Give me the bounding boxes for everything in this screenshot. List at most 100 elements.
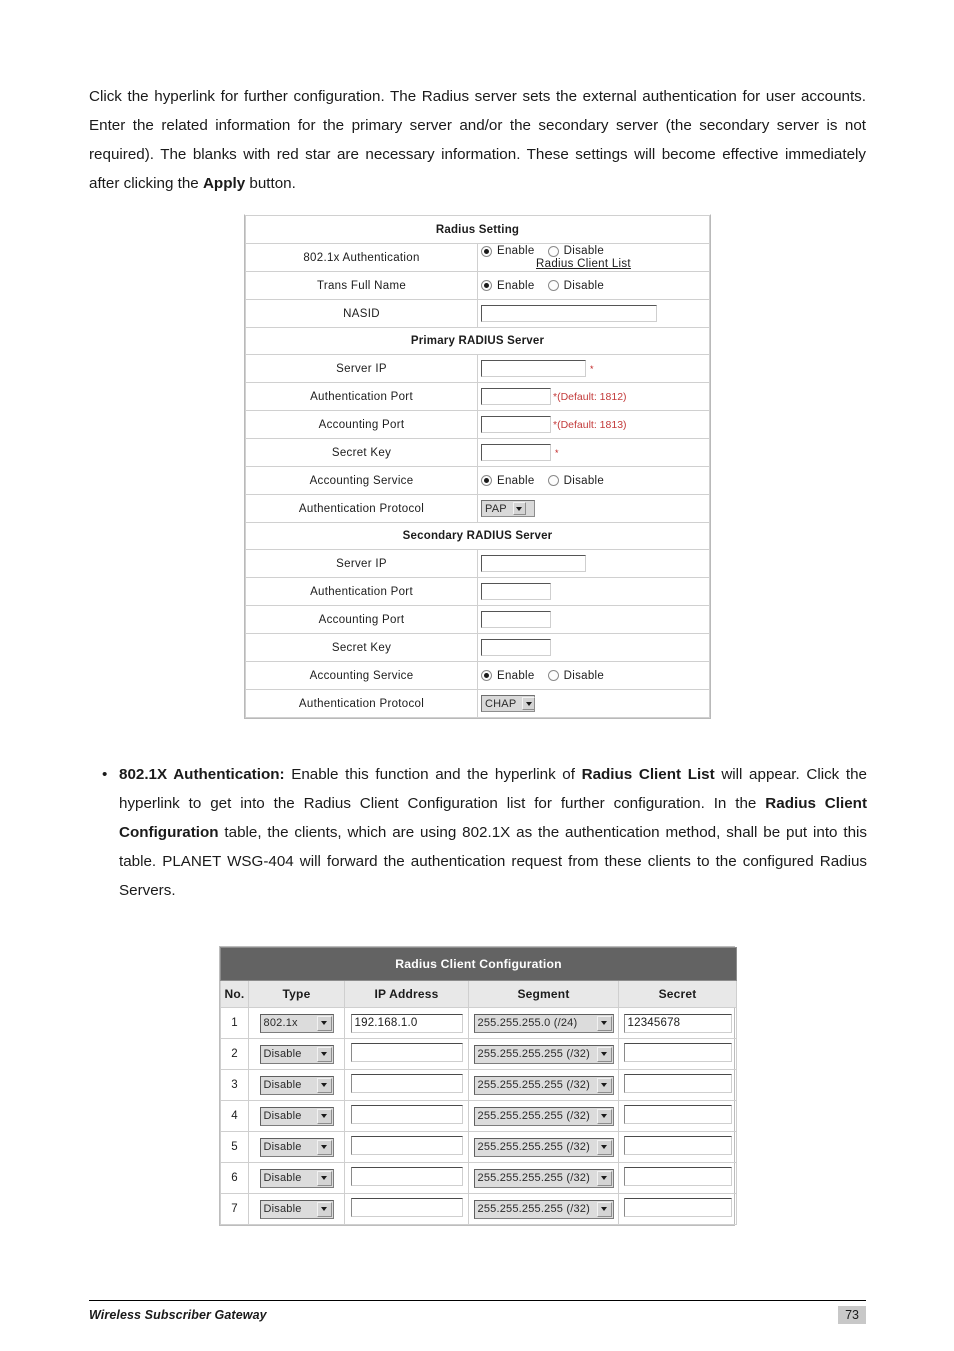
chevron-down-icon[interactable] bbox=[596, 1170, 612, 1186]
table-row: 4 Disable 255.255.255.255 (/32) bbox=[220, 1100, 738, 1132]
table-row: Authentication Port *(Default: 1812) bbox=[245, 382, 710, 411]
primary-auth-port-default-note: *(Default: 1812) bbox=[553, 390, 627, 403]
ip-address-input[interactable] bbox=[350, 1105, 463, 1124]
type-select[interactable]: Disable bbox=[259, 1199, 334, 1219]
type-select[interactable]: Disable bbox=[259, 1075, 334, 1095]
primary-acct-enable-label[interactable]: Enable bbox=[497, 475, 535, 487]
primary-server-ip-input[interactable] bbox=[481, 360, 586, 377]
radius-client-list-link[interactable]: Radius Client List bbox=[481, 258, 686, 270]
chevron-down-icon[interactable] bbox=[316, 1046, 332, 1062]
auth-bullet-block: • 802.1X Authentication: Enable this func… bbox=[99, 760, 867, 905]
primary-radius-heading: Primary RADIUS Server bbox=[245, 327, 710, 355]
nasid-input[interactable] bbox=[481, 305, 657, 322]
segment-select[interactable]: 255.255.255.255 (/32) bbox=[473, 1168, 614, 1188]
secret-input[interactable] bbox=[623, 1136, 732, 1155]
chevron-down-icon[interactable] bbox=[512, 502, 526, 515]
chevron-down-icon[interactable] bbox=[522, 697, 536, 710]
segment-select[interactable]: 255.255.255.0 (/24) bbox=[473, 1013, 614, 1033]
primary-server-ip-label: Server IP bbox=[245, 354, 478, 383]
segment-cell: 255.255.255.255 (/32) bbox=[468, 1162, 619, 1194]
ip-address-input[interactable]: 192.168.1.0 bbox=[350, 1013, 463, 1033]
chevron-down-icon[interactable] bbox=[316, 1108, 332, 1124]
table-row: 802.1x Authentication Enable Disable Rad… bbox=[245, 243, 710, 272]
dot1x-disable-label[interactable]: Disable bbox=[564, 245, 604, 257]
secondary-auth-protocol-select[interactable]: CHAP bbox=[481, 695, 536, 712]
trans-full-name-enable-label[interactable]: Enable bbox=[497, 280, 535, 292]
segment-select[interactable]: 255.255.255.255 (/32) bbox=[473, 1075, 614, 1095]
secret-input[interactable] bbox=[623, 1074, 732, 1093]
trans-full-name-enable-radio[interactable] bbox=[481, 280, 492, 291]
type-select[interactable]: Disable bbox=[259, 1137, 334, 1157]
chevron-down-icon[interactable] bbox=[596, 1077, 612, 1093]
secondary-secret-key-label: Secret Key bbox=[245, 633, 478, 662]
table-row: 3 Disable 255.255.255.255 (/32) bbox=[220, 1069, 738, 1101]
trans-full-name-radio-group[interactable]: Enable Disable bbox=[481, 280, 709, 292]
secret-input[interactable]: 12345678 bbox=[623, 1013, 732, 1033]
type-cell: 802.1x bbox=[248, 1007, 345, 1039]
secondary-secret-key-cell bbox=[477, 633, 710, 662]
secondary-acct-port-label: Accounting Port bbox=[245, 605, 478, 634]
trans-full-name-disable-label[interactable]: Disable bbox=[564, 280, 604, 292]
dot1x-enable-radio[interactable] bbox=[481, 245, 492, 257]
secondary-acct-disable-radio[interactable] bbox=[547, 670, 559, 681]
primary-auth-port-input[interactable] bbox=[481, 388, 551, 405]
primary-acct-disable-radio[interactable] bbox=[547, 475, 559, 486]
secondary-acct-service-radio-group[interactable]: Enable Disable bbox=[481, 670, 709, 682]
primary-acct-enable-radio[interactable] bbox=[481, 475, 492, 486]
table-row: Primary RADIUS Server bbox=[245, 327, 710, 355]
dot1x-disable-radio[interactable] bbox=[547, 245, 559, 257]
secondary-acct-disable-label[interactable]: Disable bbox=[564, 670, 604, 682]
ip-address-input[interactable] bbox=[350, 1198, 463, 1217]
secret-cell bbox=[617, 1131, 738, 1163]
secondary-auth-port-label: Authentication Port bbox=[245, 577, 478, 606]
chevron-down-icon[interactable] bbox=[596, 1201, 612, 1217]
segment-value: 255.255.255.255 (/32) bbox=[477, 1110, 590, 1122]
chevron-down-icon[interactable] bbox=[596, 1108, 612, 1124]
ip-address-input[interactable] bbox=[350, 1167, 463, 1186]
secret-input[interactable] bbox=[623, 1105, 732, 1124]
secret-input[interactable] bbox=[623, 1167, 732, 1186]
chevron-down-icon[interactable] bbox=[596, 1046, 612, 1062]
chevron-down-icon[interactable] bbox=[596, 1139, 612, 1155]
primary-secret-key-label: Secret Key bbox=[245, 438, 478, 467]
chevron-down-icon[interactable] bbox=[316, 1015, 332, 1031]
type-cell: Disable bbox=[248, 1193, 345, 1225]
chevron-down-icon[interactable] bbox=[596, 1015, 612, 1031]
ip-address-input[interactable] bbox=[350, 1136, 463, 1155]
primary-auth-protocol-select[interactable]: PAP bbox=[481, 500, 535, 517]
chevron-down-icon[interactable] bbox=[316, 1077, 332, 1093]
secondary-secret-key-input[interactable] bbox=[481, 639, 551, 656]
primary-acct-service-radio-group[interactable]: Enable Disable bbox=[481, 475, 709, 487]
trans-full-name-disable-radio[interactable] bbox=[547, 280, 559, 291]
secondary-auth-port-input[interactable] bbox=[481, 583, 551, 600]
ip-address-input[interactable] bbox=[350, 1043, 463, 1062]
dot1x-auth-radio-group[interactable]: Enable Disable bbox=[481, 245, 709, 257]
chevron-down-icon[interactable] bbox=[316, 1201, 332, 1217]
type-select[interactable]: Disable bbox=[259, 1168, 334, 1188]
secret-input[interactable] bbox=[623, 1043, 732, 1062]
type-select[interactable]: Disable bbox=[259, 1106, 334, 1126]
segment-select[interactable]: 255.255.255.255 (/32) bbox=[473, 1044, 614, 1064]
chevron-down-icon[interactable] bbox=[316, 1170, 332, 1186]
secondary-acct-enable-radio[interactable] bbox=[481, 670, 492, 681]
secondary-acct-port-input[interactable] bbox=[481, 611, 551, 628]
ip-address-input[interactable] bbox=[350, 1074, 463, 1093]
primary-acct-disable-label[interactable]: Disable bbox=[564, 475, 604, 487]
secondary-acct-enable-label[interactable]: Enable bbox=[497, 670, 535, 682]
type-select[interactable]: 802.1x bbox=[259, 1013, 334, 1033]
secondary-auth-port-cell bbox=[477, 577, 710, 606]
segment-value: 255.255.255.255 (/32) bbox=[477, 1048, 590, 1060]
dot1x-enable-label[interactable]: Enable bbox=[497, 245, 535, 257]
segment-select[interactable]: 255.255.255.255 (/32) bbox=[473, 1106, 614, 1126]
chevron-down-icon[interactable] bbox=[316, 1139, 332, 1155]
table-row: Server IP * bbox=[245, 354, 710, 383]
primary-secret-key-input[interactable] bbox=[481, 444, 551, 461]
type-select[interactable]: Disable bbox=[259, 1044, 334, 1064]
primary-auth-protocol-cell: PAP bbox=[477, 494, 710, 523]
segment-select[interactable]: 255.255.255.255 (/32) bbox=[473, 1137, 614, 1157]
segment-select[interactable]: 255.255.255.255 (/32) bbox=[473, 1199, 614, 1219]
secret-input[interactable] bbox=[623, 1198, 732, 1217]
type-value: Disable bbox=[263, 1141, 302, 1153]
secondary-server-ip-input[interactable] bbox=[481, 555, 586, 572]
primary-acct-port-input[interactable] bbox=[481, 416, 551, 433]
